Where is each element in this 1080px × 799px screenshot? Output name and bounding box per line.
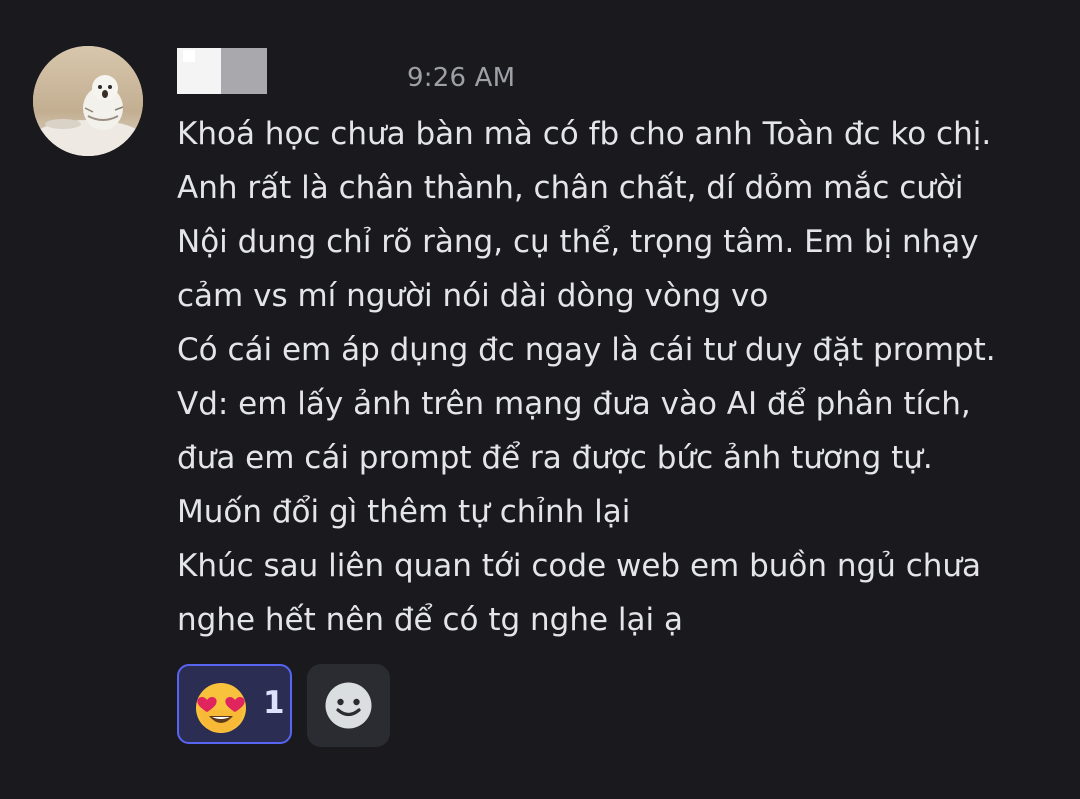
- message-timestamp: 9:26 AM: [407, 63, 516, 93]
- username-redacted[interactable]: [177, 48, 267, 94]
- reaction-heart-eyes[interactable]: 1: [177, 664, 292, 744]
- reaction-count: 1: [263, 685, 285, 721]
- message-line: Muốn đổi gì thêm tự chỉnh lại: [177, 494, 631, 530]
- add-reaction-button[interactable]: [307, 664, 390, 747]
- smiley-face-icon: [325, 682, 372, 729]
- message-line: đưa em cái prompt để ra được bức ảnh tươ…: [177, 440, 933, 476]
- message-line: nghe hết nên để có tg nghe lại ạ: [177, 602, 683, 638]
- owl-photo-icon: [33, 46, 143, 156]
- message-line: cảm vs mí người nói dài dòng vòng vo: [177, 278, 769, 314]
- user-avatar[interactable]: [33, 46, 143, 156]
- message-line: Khoá học chưa bàn mà có fb cho anh Toàn …: [177, 116, 992, 152]
- message-line: Anh rất là chân thành, chân chất, dí dỏm…: [177, 170, 964, 206]
- message-line: Vd: em lấy ảnh trên mạng đưa vào AI để p…: [177, 386, 971, 422]
- message-line: Khúc sau liên quan tới code web em buồn …: [177, 548, 982, 584]
- message-line: Có cái em áp dụng đc ngay là cái tư duy …: [177, 332, 996, 368]
- message-line: Nội dung chỉ rõ ràng, cụ thể, trọng tâm.…: [177, 224, 979, 260]
- message-content: Khoá học chưa bàn mà có fb cho anh Toàn …: [177, 107, 1057, 647]
- message-header: 9:26 AM: [177, 46, 877, 102]
- chat-message: 9:26 AM Khoá học chưa bàn mà có fb cho a…: [0, 0, 1080, 799]
- heart-eyes-emoji-icon: [196, 683, 246, 733]
